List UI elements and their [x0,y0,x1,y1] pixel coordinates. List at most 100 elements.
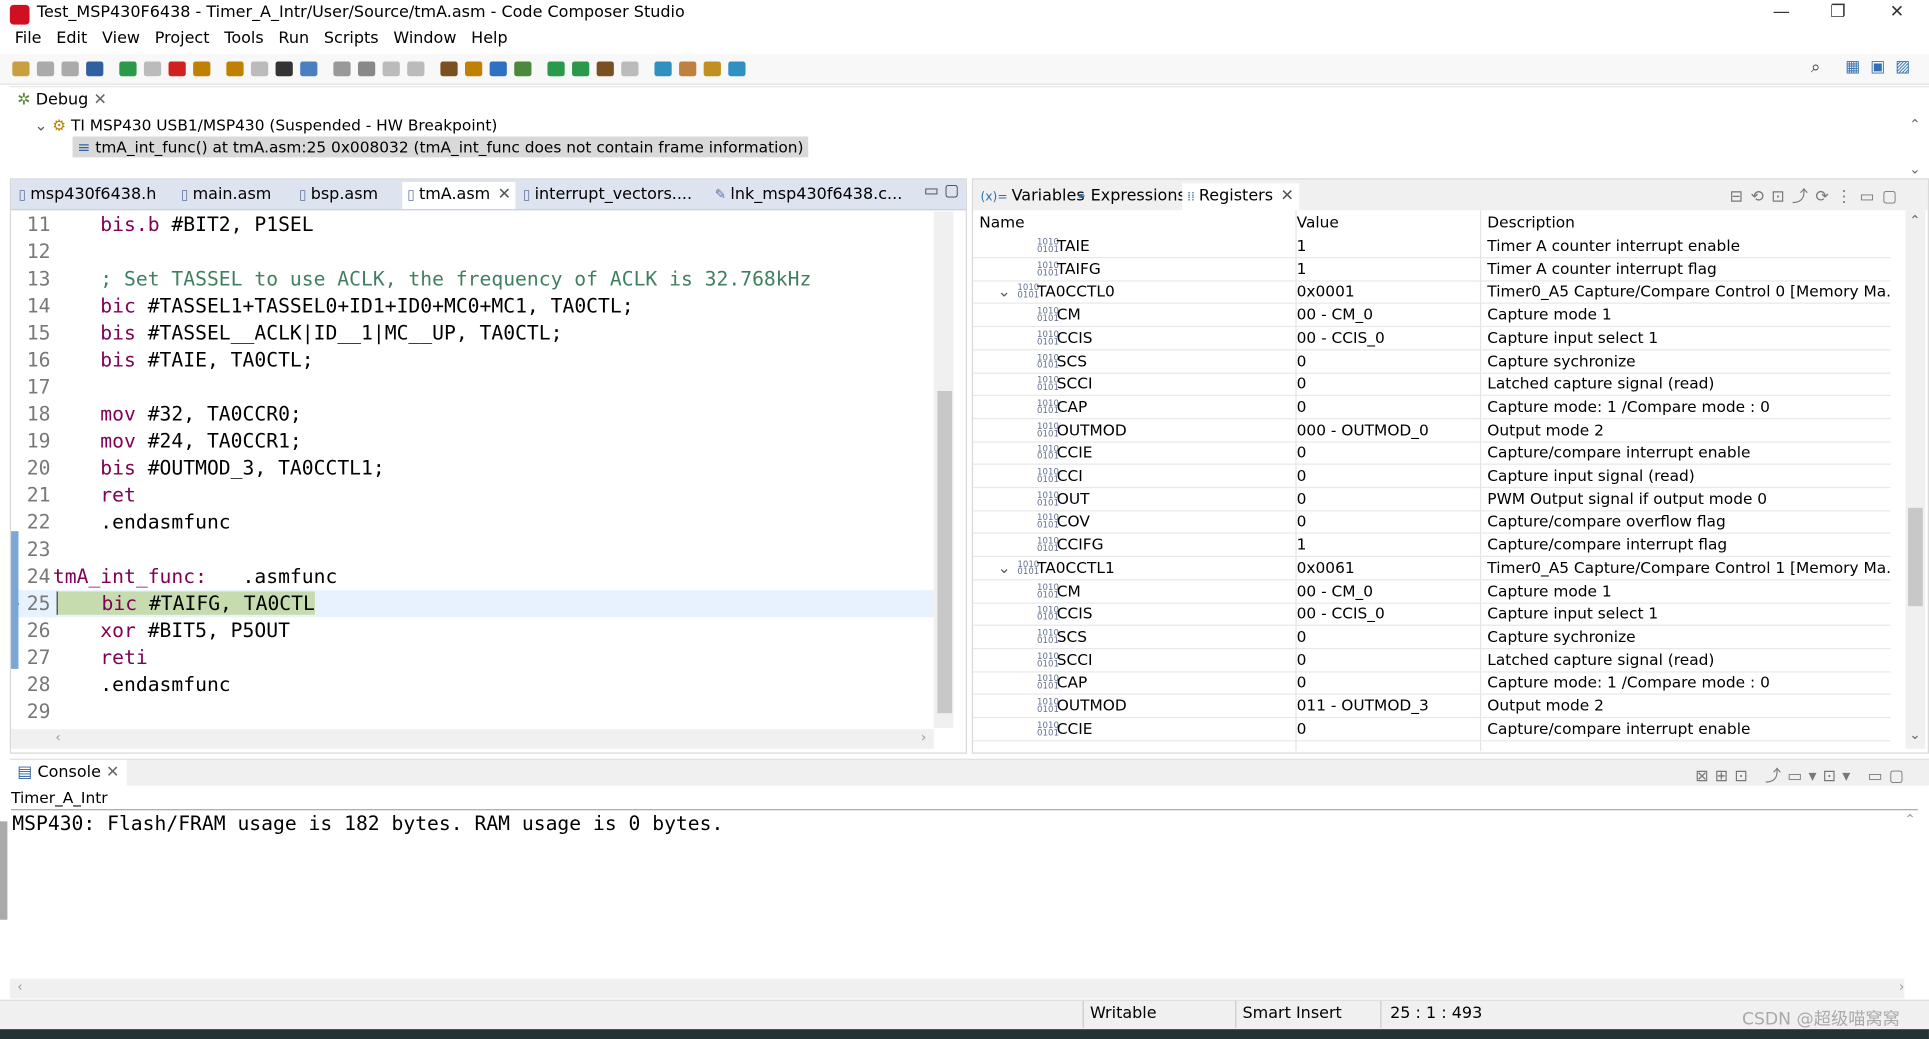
menu-project[interactable]: Project [155,30,210,48]
toolbar-button-icon[interactable] [226,61,244,77]
code-line[interactable]: 27 reti [11,644,934,671]
toolbar-button-icon[interactable] [440,61,458,77]
restore-button[interactable]: ❐ [1813,2,1862,27]
minimize-button[interactable]: — [1757,2,1806,27]
menu-edit[interactable]: Edit [56,30,87,48]
registers-scrollbar[interactable]: ⌃ ⌄ [1905,210,1926,749]
close-icon[interactable]: ✕ [106,764,119,782]
tab-registers[interactable]: ⁞⁞ Registers ✕ [1182,183,1299,211]
register-row[interactable]: 1010 0101 CCIS 00 - CCIS_0 Capture input sel… [973,603,1891,627]
toolbar-button-icon[interactable] [596,61,614,77]
code-line[interactable]: 20 bis #OUTMOD_3, TA0CCTL1; [11,455,934,482]
menu-help[interactable]: Help [471,30,507,48]
code-area[interactable]: 11 bis.b #BIT2, P1SEL 12 13 ; Set TASSEL … [11,211,934,723]
toolbar-button-icon[interactable] [143,61,162,77]
register-row[interactable]: ⌄ 1010 0101 TA0CCTL0 0x0001 Timer0_A5 Capture… [973,281,1891,305]
chevron-down-icon[interactable]: ⌄ [998,557,1011,579]
register-row[interactable]: 1010 0101 CCIS 00 - CCIS_0 Capture input sel… [973,327,1891,351]
register-row[interactable]: 1010 0101 CAP 0 Capture mode: 1 /Compare mod… [973,396,1891,420]
code-line[interactable]: 25 bic #TAIFG, TA0CTL [11,590,934,618]
column-header-description[interactable]: Description [1487,210,1575,235]
menu-tools[interactable]: Tools [224,30,263,48]
register-row[interactable]: 1010 0101 CCIFG 1 Capture/compare interrupt … [973,534,1891,558]
code-line[interactable]: 16 bis #TAIE, TA0CTL; [11,347,934,374]
code-line[interactable]: 11 bis.b #BIT2, P1SEL [11,211,934,238]
column-header-name[interactable]: Name [979,210,1024,235]
register-row[interactable]: 1010 0101 SCS 0 Capture sychronize [973,350,1891,374]
toolbar-button-icon[interactable] [86,61,104,77]
toolbar-button-icon[interactable] [275,61,293,77]
console-toolbar-icons[interactable]: ⊠⊞⊡ ⤴▭▾⊡▾ ▭▢ [1695,762,1910,785]
chevron-down-icon[interactable]: ⌄ [34,116,47,134]
toolbar-button-icon[interactable] [357,61,376,77]
tab-interrupt-vectors-[interactable]: ▯ interrupt_vectors.... [518,182,707,209]
register-row[interactable]: 1010 0101 CM 00 - CM_0 Capture mode 1 [973,304,1891,328]
debug-target[interactable]: ⌄ ⚙ TI MSP430 USB1/MSP430 (Suspended - H… [34,116,497,134]
toolbar-button-icon[interactable] [407,61,425,77]
console-horizontal-scrollbar[interactable]: ‹ › [9,978,1905,999]
register-row[interactable]: 1010 0101 OUTMOD 000 - OUTMOD_0 Output mode … [973,419,1891,443]
toolbar-button-icon[interactable] [333,61,351,77]
perspective-icons[interactable]: ▦▣▨ [1845,58,1920,76]
code-line[interactable]: 15 bis #TASSEL__ACLK|ID__1|MC__UP, TA0CT… [11,320,934,347]
toolbar-button-icon[interactable] [300,61,318,77]
toolbar-button-icon[interactable] [621,61,639,77]
register-row[interactable]: 1010 0101 TAIFG 1 Timer A counter interrupt … [973,258,1891,282]
toolbar-button-icon[interactable] [572,61,590,77]
menu-scripts[interactable]: Scripts [324,30,379,48]
code-line[interactable]: 13 ; Set TASSEL to use ACLK, the frequen… [11,266,934,293]
tab-main-asm[interactable]: ▯ main.asm [176,182,292,209]
tab-expressions[interactable]: ⚭ Expressions [1072,183,1191,210]
toolbar-button-icon[interactable] [193,61,211,77]
register-row[interactable]: ⌄ 1010 0101 TA0CCTL1 0x0061 Timer0_A5 Capture… [973,557,1891,581]
code-line[interactable]: 14 bic #TASSEL1+TASSEL0+ID1+ID0+MC0+MC1,… [11,293,934,320]
tab-tma-asm[interactable]: ▯ tmA.asm ✕ [402,181,516,210]
toolbar-button-icon[interactable] [119,61,137,77]
toolbar-button-icon[interactable] [36,61,55,77]
close-icon[interactable]: ✕ [1280,187,1293,205]
toolbar-button-icon[interactable] [465,61,483,77]
code-line[interactable]: 24 tmA_int_func: .asmfunc [11,563,934,590]
register-row[interactable]: 1010 0101 TAIE 1 Timer A counter interrupt e… [973,235,1891,259]
column-header-value[interactable]: Value [1297,210,1339,235]
register-row[interactable]: 1010 0101 OUT 0 PWM Output signal if output … [973,488,1891,512]
view-toolbar-icons[interactable]: ⊟⟲⊡⤴⟳⋮▭▢ [1730,183,1905,206]
toolbar-button-icon[interactable] [514,61,532,77]
toolbar-button-icon[interactable] [703,61,721,77]
code-line[interactable]: 18 mov #32, TA0CCR0; [11,401,934,428]
toolbar-button-icon[interactable] [61,61,79,77]
toolbar-button-icon[interactable] [12,61,30,77]
minimize-view-icon[interactable]: ▭ ▢ [924,182,959,200]
editor-vertical-scrollbar[interactable] [933,211,954,728]
toolbar-button-icon[interactable] [489,61,507,77]
menu-view[interactable]: View [102,30,140,48]
menu-run[interactable]: Run [278,30,309,48]
code-line[interactable]: 12 [11,239,934,266]
tab-debug[interactable]: ✲ Debug ✕ [9,87,115,114]
editor-horizontal-scrollbar[interactable]: ‹ › [11,729,934,749]
register-row[interactable]: 1010 0101 COV 0 Capture/compare overflow fla… [973,511,1891,535]
register-row[interactable]: 1010 0101 CM 00 - CM_0 Capture mode 1 [973,580,1891,604]
code-line[interactable]: 21 ret [11,482,934,509]
code-line[interactable]: 19 mov #24, TA0CCR1; [11,428,934,455]
register-row[interactable]: 1010 0101 SCCI 0 Latched capture signal (rea… [973,649,1891,673]
tab-bsp-asm[interactable]: ▯ bsp.asm [294,182,400,209]
toolbar-button-icon[interactable] [654,61,672,77]
search-icon[interactable]: ⌕ [1811,58,1821,78]
register-row[interactable]: 1010 0101 CCIE 0 Capture/compare interrupt e… [973,442,1891,466]
toolbar-button-icon[interactable] [547,61,565,77]
menu-file[interactable]: File [15,30,42,48]
menu-window[interactable]: Window [393,30,456,48]
code-line[interactable]: 17 [11,374,934,401]
register-row[interactable]: 1010 0101 SCCI 0 Latched capture signal (rea… [973,373,1891,397]
tab-console[interactable]: ▤ Console ✕ [9,759,127,786]
code-line[interactable]: 29 [11,698,934,725]
debug-scrollbar[interactable]: ⌃ ⌄ [1909,114,1920,180]
close-button[interactable]: ✕ [1872,2,1921,27]
register-row[interactable]: 1010 0101 SCS 0 Capture sychronize [973,626,1891,650]
code-line[interactable]: 26 xor #BIT5, P5OUT [11,617,934,644]
toolbar-button-icon[interactable] [728,61,746,77]
toolbar-button-icon[interactable] [168,61,186,77]
code-line[interactable]: 23 [11,536,934,563]
console-vertical-scrollbar[interactable]: ⌃ [1904,811,1925,977]
